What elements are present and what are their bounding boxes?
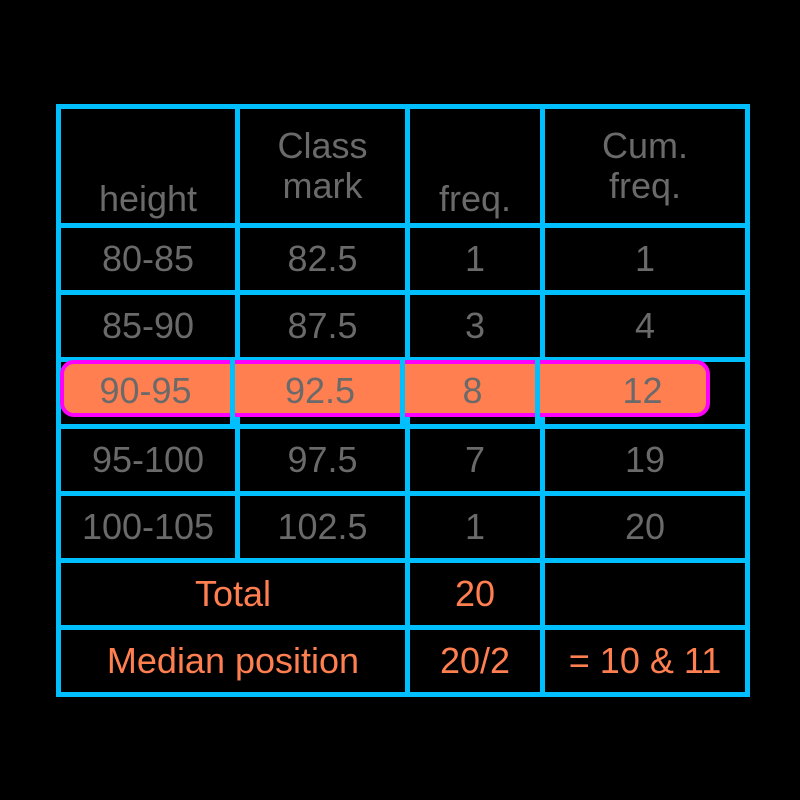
- cell-height: 100-105: [56, 491, 240, 563]
- cell-height: 95-100: [56, 424, 240, 496]
- cell-cum-freq: 4: [540, 290, 750, 362]
- highlight-column-divider-1: [230, 357, 235, 424]
- cell-cum-freq: 1: [540, 223, 750, 295]
- total-cum-freq-blank: [540, 558, 750, 630]
- column-header-class-mark: Class mark: [235, 104, 410, 228]
- cell-cum-freq: 20: [540, 491, 750, 563]
- cell-class-mark: 97.5: [235, 424, 410, 496]
- cell-height: 85-90: [56, 290, 240, 362]
- total-freq-value: 20: [405, 558, 545, 630]
- column-header-class-mark-line2: mark: [282, 165, 363, 206]
- median-position-row: Median position 20/2 = 10 & 11: [56, 625, 750, 697]
- cell-cum-freq: 19: [540, 424, 750, 496]
- cell-class-mark: 87.5: [235, 290, 410, 362]
- cell-height: 80-85: [56, 223, 240, 295]
- cell-class-mark: [235, 357, 410, 429]
- highlight-column-divider-3: [535, 357, 540, 424]
- total-label: Total: [56, 558, 410, 630]
- column-header-cum-freq-line2: freq.: [608, 165, 682, 206]
- median-position-result: = 10 & 11: [540, 625, 750, 697]
- table-row: 85-90 87.5 3 4: [56, 290, 750, 362]
- median-position-expression: 20/2: [405, 625, 545, 697]
- table-header-row: height Class mark freq. Cum. freq.: [56, 104, 750, 228]
- table-row: 100-105 102.5 1 20: [56, 491, 750, 563]
- column-header-class-mark-line1: Class: [277, 124, 368, 166]
- table-row: 95-100 97.5 7 19: [56, 424, 750, 496]
- cell-freq: 7: [405, 424, 545, 496]
- highlight-column-divider-2: [400, 357, 405, 424]
- median-position-label: Median position: [56, 625, 410, 697]
- cell-freq: 1: [405, 223, 545, 295]
- total-row: Total 20: [56, 558, 750, 630]
- column-header-cum-freq: Cum. freq.: [540, 104, 750, 228]
- cell-class-mark: 102.5: [235, 491, 410, 563]
- figure-canvas: height Class mark freq. Cum. freq. 80-85…: [0, 0, 800, 800]
- column-header-freq: freq.: [405, 104, 545, 228]
- cell-freq: 3: [405, 290, 545, 362]
- column-header-cum-freq-line1: Cum.: [601, 124, 688, 166]
- cell-freq: 1: [405, 491, 545, 563]
- cell-cum-freq: [540, 357, 750, 429]
- column-header-height: height: [56, 104, 240, 228]
- table-row: 80-85 82.5 1 1: [56, 223, 750, 295]
- cell-freq: [405, 357, 545, 429]
- cell-height: [56, 357, 240, 429]
- cell-class-mark: 82.5: [235, 223, 410, 295]
